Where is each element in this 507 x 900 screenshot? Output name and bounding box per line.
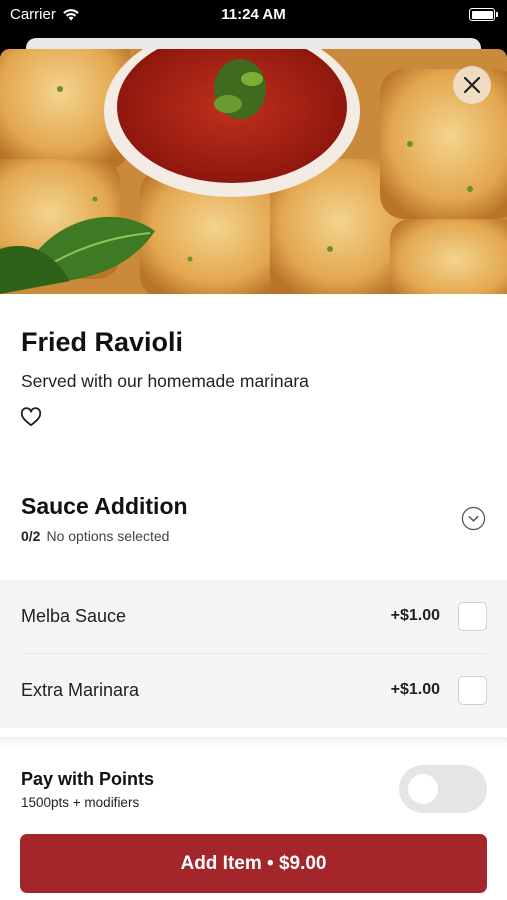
heart-icon[interactable] bbox=[20, 407, 42, 427]
list-item[interactable]: Extra Marinara +$1.00 bbox=[0, 654, 507, 728]
option-price: +$1.00 bbox=[390, 681, 440, 698]
pay-with-points-toggle[interactable] bbox=[399, 765, 487, 813]
close-button[interactable] bbox=[453, 66, 491, 104]
option-checkbox[interactable] bbox=[458, 676, 487, 705]
option-checkbox[interactable] bbox=[458, 602, 487, 631]
item-detail-sheet: Fried Ravioli Served with our homemade m… bbox=[0, 49, 507, 900]
battery-icon bbox=[469, 8, 498, 21]
modifier-group-title: Sauce Addition bbox=[21, 493, 188, 519]
close-icon bbox=[463, 76, 481, 94]
add-item-button[interactable]: Add Item • $9.00 bbox=[20, 834, 487, 893]
toggle-knob bbox=[408, 774, 438, 804]
points-title: Pay with Points bbox=[21, 769, 155, 789]
item-description: Served with our homemade marinara bbox=[21, 371, 309, 391]
option-label: Extra Marinara bbox=[21, 680, 140, 700]
footer-divider bbox=[0, 737, 507, 747]
option-label: Melba Sauce bbox=[21, 606, 127, 626]
status-time: 11:24 AM bbox=[221, 6, 286, 23]
points-subtitle: 1500pts + modifiers bbox=[21, 795, 140, 810]
status-bar: Carrier 11:24 AM bbox=[0, 0, 507, 30]
selection-count: 0/2 bbox=[21, 528, 41, 544]
item-photo bbox=[0, 49, 507, 294]
list-item[interactable]: Melba Sauce +$1.00 bbox=[0, 580, 507, 654]
modifier-options-list: Melba Sauce +$1.00 Extra Marinara +$1.00 bbox=[0, 580, 507, 728]
option-price: +$1.00 bbox=[390, 607, 440, 624]
selection-status: No options selected bbox=[46, 528, 170, 544]
modifier-group-status: 0/2 No options selected bbox=[21, 528, 169, 544]
add-item-label: Add Item • $9.00 bbox=[180, 852, 327, 874]
item-title: Fried Ravioli bbox=[21, 327, 184, 357]
chevron-down-icon[interactable] bbox=[461, 506, 486, 531]
